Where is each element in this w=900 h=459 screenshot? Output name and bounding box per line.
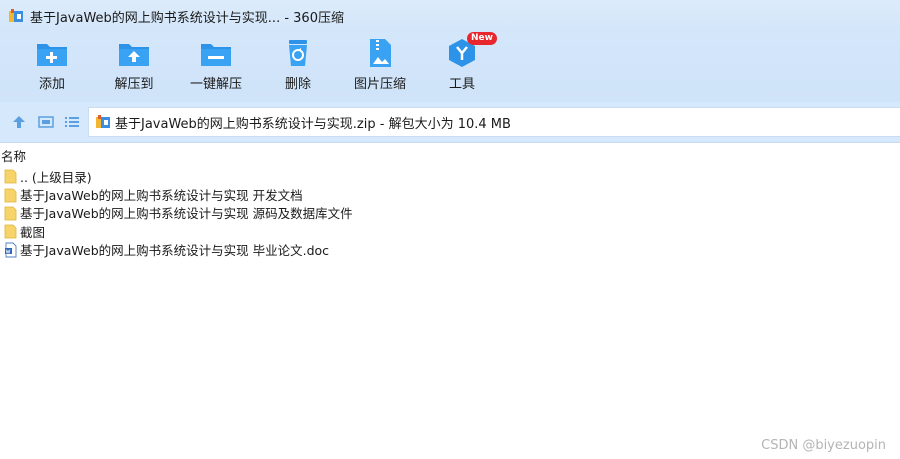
window-title: 基于JavaWeb的网上购书系统设计与实现... - 360压缩 bbox=[30, 10, 344, 26]
list-item[interactable]: 基于JavaWeb的网上购书系统设计与实现 开发文档 bbox=[0, 185, 900, 203]
thumbnail-view-icon[interactable] bbox=[38, 114, 54, 130]
image-compress-label: 图片压缩 bbox=[353, 77, 406, 92]
image-compress-icon bbox=[370, 39, 391, 67]
tools-label: 工具 bbox=[448, 77, 475, 92]
toolbar: 添加 解压到 一键解压 删除 图片压缩 New 工具 bbox=[0, 32, 900, 102]
recycle-bin-icon bbox=[289, 40, 307, 66]
archive-app-icon bbox=[8, 8, 24, 24]
title-bar: 基于JavaWeb的网上购书系统设计与实现... - 360压缩 bbox=[0, 0, 900, 32]
add-folder-icon bbox=[37, 44, 67, 66]
one-click-extract-icon bbox=[201, 44, 231, 66]
folder-icon bbox=[4, 224, 17, 239]
address-bar[interactable]: 基于JavaWeb的网上购书系统设计与实现.zip - 解包大小为 10.4 M… bbox=[88, 107, 900, 137]
file-name: 基于JavaWeb的网上购书系统设计与实现 开发文档 bbox=[20, 188, 303, 204]
list-item[interactable]: 基于JavaWeb的网上购书系统设计与实现 源码及数据库文件 bbox=[0, 204, 900, 222]
up-arrow-icon[interactable] bbox=[11, 114, 27, 130]
word-document-icon bbox=[5, 242, 17, 258]
folder-icon bbox=[4, 206, 17, 221]
file-name: .. (上级目录) bbox=[20, 169, 92, 185]
image-compress-button[interactable]: 图片压缩 bbox=[339, 32, 421, 100]
one-click-extract-button[interactable]: 一键解压 bbox=[175, 32, 257, 100]
navigation-bar: 基于JavaWeb的网上购书系统设计与实现.zip - 解包大小为 10.4 M… bbox=[0, 102, 900, 143]
list-item[interactable]: 基于JavaWeb的网上购书系统设计与实现 毕业论文.doc bbox=[0, 241, 900, 259]
delete-label: 删除 bbox=[284, 77, 311, 92]
extract-to-icon bbox=[119, 44, 149, 66]
delete-button[interactable]: 删除 bbox=[257, 32, 339, 100]
watermark: CSDN @biyezuopin bbox=[761, 438, 886, 453]
list-item[interactable]: 截图 bbox=[0, 222, 900, 240]
list-item-parent-directory[interactable]: .. (上级目录) bbox=[0, 167, 900, 185]
add-button[interactable]: 添加 bbox=[11, 32, 93, 100]
file-name: 基于JavaWeb的网上购书系统设计与实现 毕业论文.doc bbox=[20, 243, 330, 259]
file-name: 截图 bbox=[20, 224, 46, 240]
file-name: 基于JavaWeb的网上购书系统设计与实现 源码及数据库文件 bbox=[20, 206, 353, 222]
archive-file-icon bbox=[95, 114, 111, 130]
extract-to-button[interactable]: 解压到 bbox=[93, 32, 175, 100]
tools-button[interactable]: New 工具 bbox=[421, 32, 503, 100]
file-list: .. (上级目录) 基于JavaWeb的网上购书系统设计与实现 开发文档 基于J… bbox=[0, 167, 900, 259]
address-text: 基于JavaWeb的网上购书系统设计与实现.zip - 解包大小为 10.4 M… bbox=[115, 116, 511, 132]
new-badge: New bbox=[467, 32, 497, 45]
one-click-extract-label: 一键解压 bbox=[189, 77, 242, 92]
add-label: 添加 bbox=[38, 77, 65, 92]
list-view-icon[interactable] bbox=[64, 114, 80, 130]
folder-icon bbox=[4, 188, 17, 202]
column-header-name[interactable]: 名称 bbox=[0, 146, 26, 164]
folder-icon bbox=[4, 169, 17, 184]
extract-to-label: 解压到 bbox=[114, 77, 154, 92]
